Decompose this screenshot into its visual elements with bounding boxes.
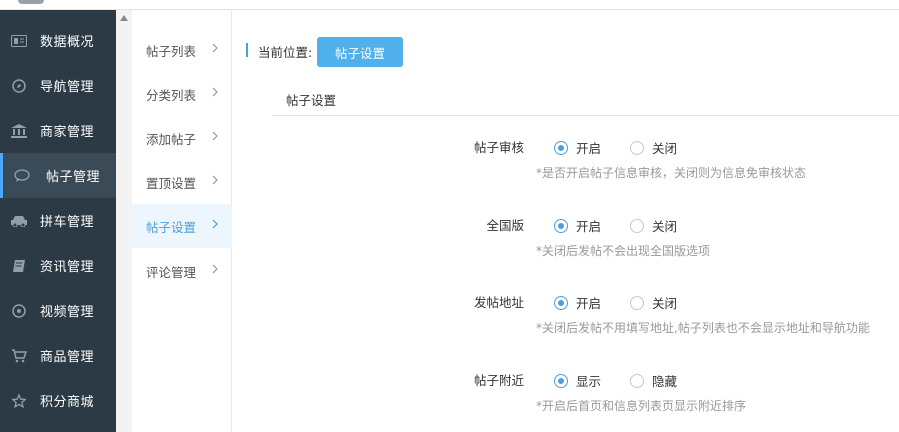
sidebar-item-carpool[interactable]: 拼车管理 bbox=[0, 198, 116, 243]
radio-national-on[interactable]: 开启 bbox=[554, 216, 601, 235]
submenu-item-label: 分类列表 bbox=[146, 87, 197, 103]
submenu-item-category-list[interactable]: 分类列表 bbox=[132, 72, 232, 116]
sidebar-item-label: 导航管理 bbox=[40, 80, 95, 95]
submenu: 帖子列表 分类列表 添加帖子 置顶设置 帖子设置 评论管理 bbox=[132, 10, 232, 432]
sidebar-item-label: 商家管理 bbox=[40, 125, 95, 140]
submenu-item-label: 评论管理 bbox=[146, 264, 197, 280]
radio-label: 开启 bbox=[576, 141, 602, 156]
radio-label: 关闭 bbox=[652, 296, 678, 311]
radio-dot bbox=[630, 218, 644, 233]
radio-post-review-on[interactable]: 开启 bbox=[554, 138, 601, 157]
radio-dot bbox=[554, 373, 568, 388]
submenu-item-pin-settings[interactable]: 置顶设置 bbox=[132, 160, 232, 204]
submenu-item-post-list[interactable]: 帖子列表 bbox=[132, 28, 232, 72]
chevron-right-icon bbox=[212, 263, 218, 278]
sidebar-item-posts[interactable]: 帖子管理 bbox=[0, 153, 116, 198]
play-circle-icon bbox=[10, 302, 28, 320]
breadcrumb-label: 当前位置: bbox=[258, 45, 313, 60]
sidebar-item-navigation[interactable]: 导航管理 bbox=[0, 63, 116, 108]
field-label-national: 全国版 bbox=[486, 218, 524, 233]
main-content: 当前位置: 帖子设置 帖子设置 帖子审核 开启 关闭 *是否开启帖子信息审核，关… bbox=[232, 10, 899, 432]
chevron-right-icon bbox=[212, 42, 218, 57]
sidebar-item-label: 数据概况 bbox=[40, 35, 95, 50]
sidebar-item-news[interactable]: 资讯管理 bbox=[0, 243, 116, 288]
triangle-up-icon bbox=[120, 15, 128, 21]
submenu-item-comment-management[interactable]: 评论管理 bbox=[132, 249, 232, 293]
field-hint: *开启后首页和信息列表页显示附近排序 bbox=[536, 399, 747, 413]
sidebar: 数据概况 导航管理 商家管理 帖子管理 拼车管理 资讯管理 视频管理 商品管理 … bbox=[0, 10, 116, 432]
star-icon bbox=[10, 392, 28, 410]
submenu-item-label: 添加帖子 bbox=[146, 131, 197, 147]
top-header bbox=[0, 0, 899, 10]
sidebar-item-points-mall[interactable]: 积分商城 bbox=[0, 378, 116, 423]
sidebar-item-label: 帖子管理 bbox=[46, 170, 101, 185]
book-icon bbox=[10, 257, 28, 275]
sidebar-item-products[interactable]: 商品管理 bbox=[0, 333, 116, 378]
radio-dot bbox=[630, 295, 644, 310]
panel-divider bbox=[272, 115, 899, 116]
radio-dot bbox=[630, 373, 644, 388]
radio-post-address-on[interactable]: 开启 bbox=[554, 293, 601, 312]
field-hint: *关闭后发帖不用填写地址,帖子列表也不会显示地址和导航功能 bbox=[536, 321, 870, 335]
submenu-item-label: 帖子设置 bbox=[146, 219, 197, 235]
radio-label: 开启 bbox=[576, 296, 602, 311]
chat-bubble-icon bbox=[13, 167, 31, 185]
panel-title: 帖子设置 bbox=[286, 93, 337, 108]
radio-label: 隐藏 bbox=[652, 374, 678, 389]
chevron-right-icon bbox=[212, 218, 218, 233]
sidebar-item-label: 商品管理 bbox=[40, 350, 95, 365]
radio-dot bbox=[554, 295, 568, 310]
sidebar-item-merchants[interactable]: 商家管理 bbox=[0, 108, 116, 153]
radio-dot bbox=[554, 218, 568, 233]
logo bbox=[18, 0, 44, 4]
submenu-item-post-settings[interactable]: 帖子设置 bbox=[132, 204, 232, 248]
bank-icon bbox=[10, 122, 28, 140]
chevron-right-icon bbox=[212, 130, 218, 145]
radio-label: 开启 bbox=[576, 219, 602, 234]
sidebar-item-label: 拼车管理 bbox=[40, 215, 95, 230]
breadcrumb-current-button[interactable]: 帖子设置 bbox=[317, 37, 403, 67]
radio-dot bbox=[554, 140, 568, 155]
radio-post-address-off[interactable]: 关闭 bbox=[630, 293, 677, 312]
radio-label: 关闭 bbox=[652, 141, 678, 156]
chevron-right-icon bbox=[212, 86, 218, 101]
radio-label: 关闭 bbox=[652, 219, 678, 234]
field-label-post-address: 发帖地址 bbox=[473, 295, 524, 310]
radio-dot bbox=[630, 140, 644, 155]
sidebar-item-label: 视频管理 bbox=[40, 305, 95, 320]
radio-post-nearby-hide[interactable]: 隐藏 bbox=[630, 371, 677, 390]
field-label-post-nearby: 帖子附近 bbox=[473, 373, 524, 388]
sidebar-item-data-overview[interactable]: 数据概况 bbox=[0, 18, 116, 63]
cart-icon bbox=[10, 347, 28, 365]
radio-label: 显示 bbox=[576, 374, 602, 389]
radio-post-nearby-show[interactable]: 显示 bbox=[554, 371, 601, 390]
field-hint: *关闭后发帖不会出现全国版选项 bbox=[536, 244, 711, 258]
sidebar-item-label: 积分商城 bbox=[40, 395, 95, 410]
scroll-up-arrow[interactable] bbox=[116, 10, 132, 26]
radio-national-off[interactable]: 关闭 bbox=[630, 216, 677, 235]
sidebar-item-label: 资讯管理 bbox=[40, 260, 95, 275]
field-label-post-review: 帖子审核 bbox=[473, 140, 524, 155]
compass-icon bbox=[10, 77, 28, 95]
submenu-item-label: 帖子列表 bbox=[146, 43, 197, 59]
chevron-right-icon bbox=[212, 174, 218, 189]
car-icon bbox=[10, 212, 28, 230]
sidebar-item-videos[interactable]: 视频管理 bbox=[0, 288, 116, 333]
radio-post-review-off[interactable]: 关闭 bbox=[630, 138, 677, 157]
dashboard-icon bbox=[10, 32, 28, 50]
field-hint: *是否开启帖子信息审核，关闭则为信息免审核状态 bbox=[536, 166, 807, 180]
breadcrumb-marker bbox=[246, 43, 248, 57]
submenu-item-add-post[interactable]: 添加帖子 bbox=[132, 116, 232, 160]
submenu-item-label: 置顶设置 bbox=[146, 175, 197, 191]
